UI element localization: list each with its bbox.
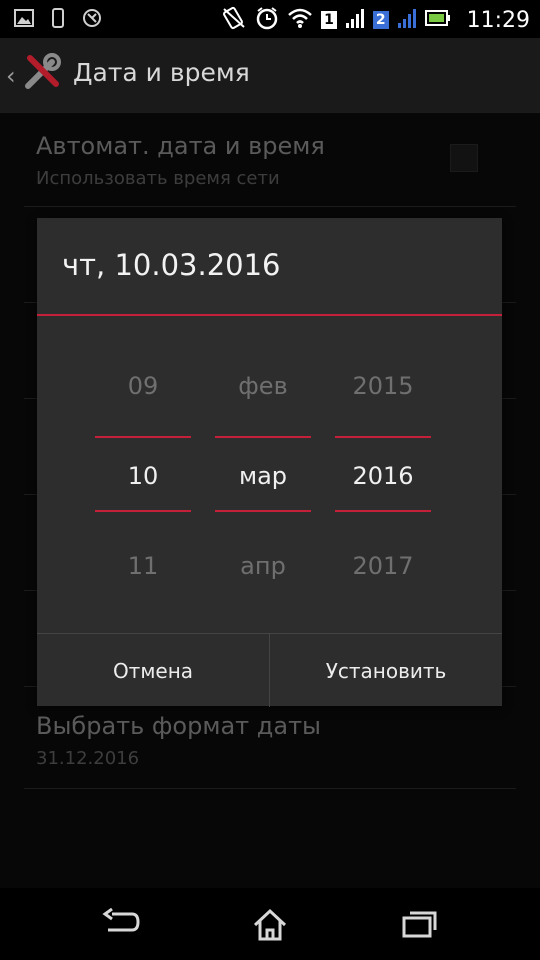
month-current[interactable]: мар bbox=[215, 462, 311, 490]
month-picker[interactable]: фев мар апр bbox=[215, 338, 311, 638]
mute-icon bbox=[221, 6, 247, 34]
gallery-icon bbox=[14, 9, 34, 31]
day-prev[interactable]: 09 bbox=[95, 372, 191, 400]
month-prev[interactable]: фев bbox=[215, 372, 311, 400]
app-icon bbox=[82, 8, 102, 32]
status-bar: 1 2 11:29 bbox=[0, 0, 540, 38]
wifi-icon bbox=[287, 7, 313, 33]
page-title: Дата и время bbox=[73, 58, 250, 87]
selection-line bbox=[95, 510, 191, 512]
day-current[interactable]: 10 bbox=[95, 462, 191, 490]
status-clock: 11:29 bbox=[466, 7, 530, 33]
day-next[interactable]: 11 bbox=[95, 552, 191, 580]
year-next[interactable]: 2017 bbox=[335, 552, 431, 580]
action-bar: ‹ Дата и время bbox=[0, 38, 540, 113]
year-prev[interactable]: 2015 bbox=[335, 372, 431, 400]
year-picker[interactable]: 2015 2016 2017 bbox=[335, 338, 431, 638]
navigation-bar bbox=[0, 888, 540, 960]
cancel-button[interactable]: Отмена bbox=[37, 634, 270, 707]
selection-line bbox=[215, 510, 311, 512]
month-next[interactable]: апр bbox=[215, 552, 311, 580]
chevron-left-icon[interactable]: ‹ bbox=[6, 62, 16, 90]
alarm-icon bbox=[255, 6, 279, 34]
home-icon[interactable] bbox=[252, 908, 288, 946]
set-button[interactable]: Установить bbox=[270, 634, 502, 707]
dialog-buttons: Отмена Установить bbox=[37, 633, 502, 707]
battery-icon bbox=[424, 9, 451, 31]
selection-line bbox=[335, 436, 431, 438]
selection-line bbox=[335, 510, 431, 512]
phone-icon bbox=[52, 8, 64, 32]
back-icon[interactable] bbox=[102, 907, 140, 942]
day-picker[interactable]: 09 10 11 bbox=[95, 338, 191, 638]
tools-icon[interactable] bbox=[22, 52, 62, 96]
signal-icon bbox=[345, 7, 365, 33]
selection-line bbox=[215, 436, 311, 438]
dialog-title: чт, 10.03.2016 bbox=[62, 248, 281, 282]
signal-icon bbox=[397, 7, 417, 33]
dialog-divider bbox=[37, 314, 502, 316]
recents-icon[interactable] bbox=[402, 908, 438, 942]
sim2-badge: 2 bbox=[372, 11, 389, 29]
selection-line bbox=[95, 436, 191, 438]
sim1-badge: 1 bbox=[321, 11, 337, 29]
date-picker-dialog: чт, 10.03.2016 09 10 11 фев мар апр 2015… bbox=[37, 218, 502, 707]
year-current[interactable]: 2016 bbox=[335, 462, 431, 490]
